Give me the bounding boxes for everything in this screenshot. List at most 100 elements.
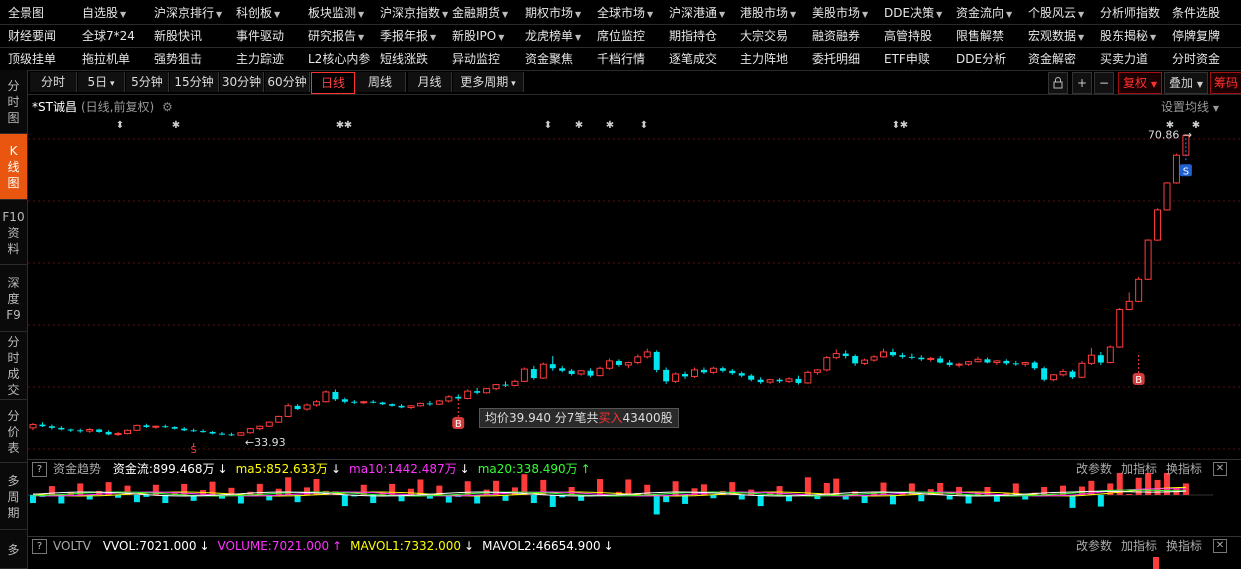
menu-item[interactable]: 席位监控 (597, 26, 645, 47)
left-tab[interactable]: 分价表 (0, 400, 27, 463)
zoom-out-icon[interactable]: − (1094, 72, 1114, 94)
close-icon[interactable]: ✕ (1213, 539, 1227, 553)
left-tab[interactable]: 多周期 (0, 463, 27, 530)
left-tab[interactable]: 深度 F9 (0, 265, 27, 332)
menu-item[interactable]: 个股风云 ▼ (1028, 3, 1084, 24)
menu-item[interactable]: 期权市场 ▼ (525, 3, 581, 24)
menu-item[interactable]: 主力阵地 (740, 49, 788, 70)
menu-item[interactable]: 季报年报 ▼ (380, 26, 436, 47)
menu-item[interactable]: 限售解禁 (956, 26, 1004, 47)
candle-up (133, 424, 141, 431)
left-tab[interactable]: K线图 (0, 134, 27, 200)
menu-item[interactable]: 金融期货 ▼ (452, 3, 508, 24)
menu-item[interactable]: 财经要闻 (8, 26, 56, 47)
menu-item[interactable]: 强势狙击 (154, 49, 202, 70)
low-price-label: ←33.93 (245, 436, 286, 449)
trend-arrow-icon: ↓ (330, 462, 341, 476)
menu-item[interactable]: 买卖力道 (1100, 49, 1148, 70)
menu-item[interactable]: 委托明细 (812, 49, 860, 70)
menu-item[interactable]: 主力踪迹 (236, 49, 284, 70)
menu-item[interactable]: 科创板 ▼ (236, 3, 280, 24)
menu-item[interactable]: 千档行情 (597, 49, 645, 70)
menu-item[interactable]: 高管持股 (884, 26, 932, 47)
change-params-button[interactable]: 改参数 (1076, 460, 1112, 478)
menu-item[interactable]: 沪深京排行 ▼ (154, 3, 222, 24)
menu-item[interactable]: 新股快讯 (154, 26, 202, 47)
menu-item-label: 宏观数据 (1028, 29, 1077, 43)
left-tab-char: 多 (7, 542, 20, 557)
period-button[interactable]: 日线 (311, 72, 355, 94)
period-button[interactable]: 月线 (408, 72, 452, 92)
diejia-button[interactable]: 叠加 ▼ (1164, 72, 1208, 94)
menu-item[interactable]: DDE分析 (956, 49, 1006, 70)
zoom-in-icon[interactable]: + (1072, 72, 1092, 94)
menu-item[interactable]: 短线涨跌 (380, 49, 428, 70)
menu-item[interactable]: 新股IPO ▼ (452, 26, 504, 47)
lock-icon[interactable] (1048, 72, 1068, 94)
panel2-values: VVOL:7021.000 ↓ VOLUME:7021.000 ↑ MAVOL1:733… (95, 539, 614, 553)
switch-indicator-button[interactable]: 换指标 (1166, 460, 1202, 478)
candle-down (1012, 363, 1019, 365)
chevron-down-icon: ▼ (1150, 33, 1157, 42)
menu-item[interactable]: 研究报告 ▼ (308, 26, 364, 47)
add-indicator-button[interactable]: 加指标 (1121, 537, 1157, 555)
chevron-down-icon: ▾ (107, 79, 115, 89)
menu-item[interactable]: 沪深京指数 ▼ (380, 3, 448, 24)
period-button[interactable]: 60分钟 (265, 72, 310, 92)
menu-item[interactable]: 自选股 ▼ (82, 3, 126, 24)
left-tab[interactable]: 多 (0, 530, 27, 569)
menu-item[interactable]: 全球7*24 (82, 26, 135, 47)
menu-item[interactable]: 美股市场 ▼ (812, 3, 868, 24)
menu-item[interactable]: 期指持仓 (669, 26, 717, 47)
period-button[interactable]: 更多周期 ▾ (453, 72, 524, 92)
menu-item[interactable]: 分析师指数 (1100, 3, 1160, 24)
period-button[interactable]: 周线 (355, 72, 406, 92)
menu-item[interactable]: DDE决策 ▼ (884, 3, 942, 24)
period-button[interactable]: 5分钟 (126, 72, 169, 92)
menu-item[interactable]: 融资融券 (812, 26, 860, 47)
period-button[interactable]: 30分钟 (220, 72, 264, 92)
chevron-down-icon: ▼ (647, 10, 654, 19)
menu-item-label: L2核心内参 (308, 52, 371, 66)
menu-item[interactable]: 全景图 (8, 3, 44, 24)
period-button[interactable]: 15分钟 (170, 72, 219, 92)
help-icon[interactable]: ? (32, 462, 47, 477)
help-icon[interactable]: ? (32, 539, 47, 554)
change-params-button[interactable]: 改参数 (1076, 537, 1112, 555)
menu-item[interactable]: 顶级挂单 (8, 49, 56, 70)
menu-item[interactable]: 事件驱动 (236, 26, 284, 47)
menu-item[interactable]: 停牌复牌 (1172, 26, 1220, 47)
menu-item[interactable]: 资金解密 (1028, 49, 1076, 70)
menu-item[interactable]: 条件选股 (1172, 3, 1220, 24)
period-button[interactable]: 分时 (30, 72, 77, 92)
menu-item[interactable]: 沪深港通 ▼ (669, 3, 725, 24)
period-button[interactable]: 5日 ▾ (78, 72, 125, 92)
menu-item[interactable]: 宏观数据 ▼ (1028, 26, 1084, 47)
menu-item[interactable]: 拖拉机单 (82, 49, 130, 70)
menu-item[interactable]: 港股市场 ▼ (740, 3, 796, 24)
menu-item[interactable]: 资金聚焦 (525, 49, 573, 70)
menu-item[interactable]: 大宗交易 (740, 26, 788, 47)
menu-item[interactable]: 逐笔成交 (669, 49, 717, 70)
switch-indicator-button[interactable]: 换指标 (1166, 537, 1202, 555)
menu-item[interactable]: 分时资金 (1172, 49, 1220, 70)
menu-item-label: 异动监控 (452, 52, 501, 66)
chouma-button[interactable]: 筹码 (1210, 72, 1241, 94)
event-marker-icon: ✱ (575, 120, 583, 131)
close-icon[interactable]: ✕ (1213, 462, 1227, 476)
add-indicator-button[interactable]: 加指标 (1121, 460, 1157, 478)
menu-item[interactable]: L2核心内参 (308, 49, 370, 70)
menu-item[interactable]: 异动监控 (452, 49, 500, 70)
kline-chart-area[interactable]: *ST诚昌 (日线,前复权) ⚙ 设置均线 ▼ ⬍ ✱ ✱ ✱ ⬍ ✱ ✱ ⬍ ⬍ ✱ ✱ ✱ 70.86… (28, 95, 1241, 569)
menu-item[interactable]: ETF申赎 (884, 49, 930, 70)
menu-item[interactable]: 龙虎榜单 ▼ (525, 26, 581, 47)
left-tab[interactable]: F10 资料 (0, 200, 27, 265)
fuquan-button[interactable]: 复权 ▼ (1118, 72, 1162, 94)
menu-item[interactable]: 全球市场 ▼ (597, 3, 653, 24)
left-tab[interactable]: 分时成交 (0, 332, 27, 400)
menu-item[interactable]: 板块监测 ▼ (308, 3, 364, 24)
menu-item[interactable]: 资金流向 ▼ (956, 3, 1012, 24)
menu-item[interactable]: 股东揭秘 ▼ (1100, 26, 1156, 47)
fund-flow-bar (133, 495, 140, 503)
left-tab[interactable]: 分时图 (0, 70, 27, 134)
